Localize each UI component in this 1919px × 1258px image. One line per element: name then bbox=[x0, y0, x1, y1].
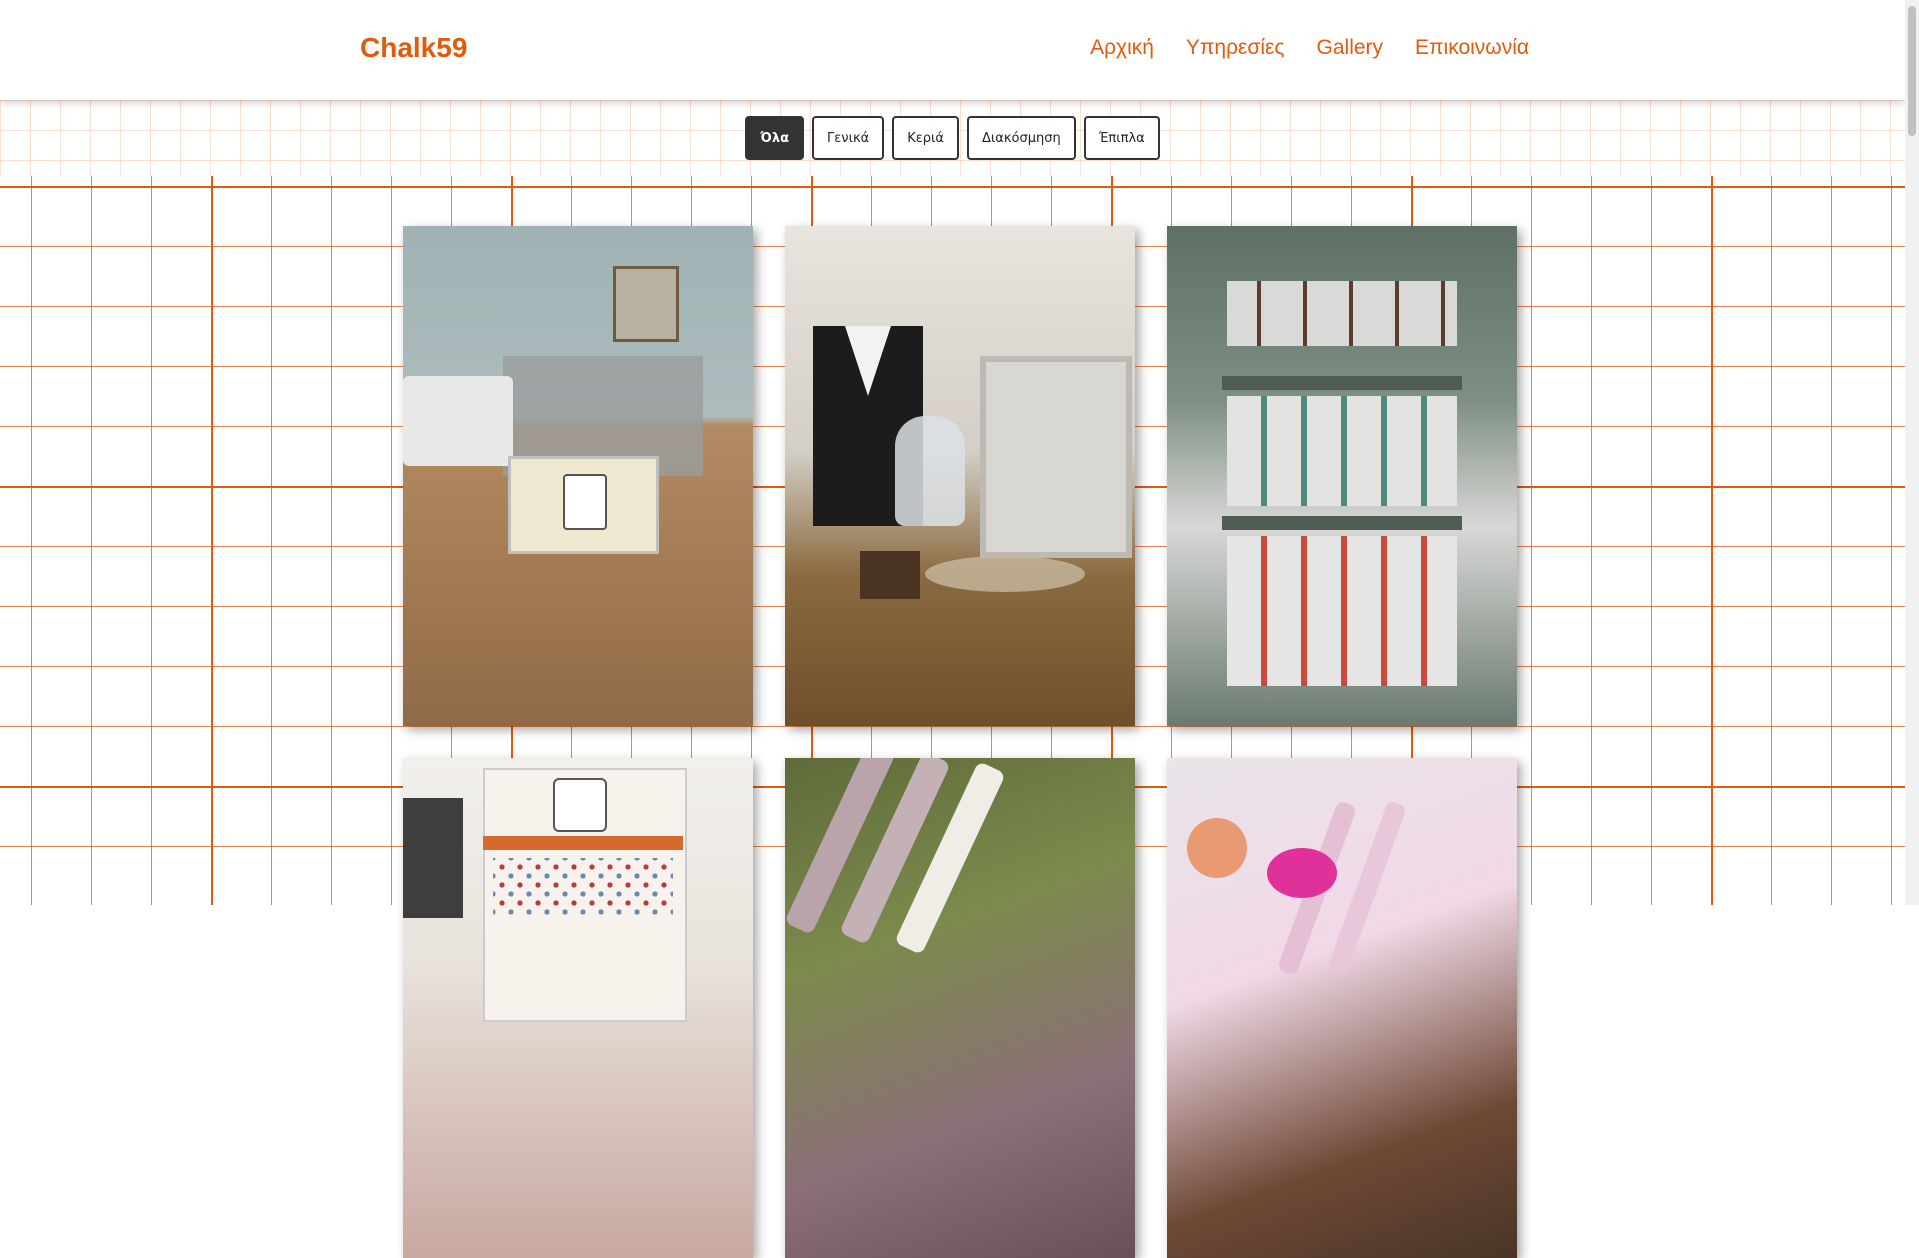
photo-gallery bbox=[403, 226, 1518, 1258]
filter-decoration-button[interactable]: Διακόσμηση bbox=[966, 116, 1076, 160]
gallery-photo[interactable] bbox=[403, 758, 753, 1258]
nav-services[interactable]: Υπηρεσίες bbox=[1186, 36, 1285, 60]
filter-all-button[interactable]: Όλα bbox=[745, 116, 805, 160]
gallery-photo[interactable] bbox=[1167, 758, 1517, 1258]
nav-gallery[interactable]: Gallery bbox=[1317, 36, 1384, 60]
site-header: Chalk59 Αρχική Υπηρεσίες Gallery Επικοιν… bbox=[0, 0, 1905, 100]
nav-home[interactable]: Αρχική bbox=[1090, 36, 1154, 60]
photo-color-chart bbox=[403, 758, 753, 1258]
gallery-photo[interactable] bbox=[785, 758, 1135, 1258]
photo-business-card-desk bbox=[403, 226, 753, 726]
main-nav: Αρχική Υπηρεσίες Gallery Επικοινωνία bbox=[1090, 36, 1529, 60]
nav-contact[interactable]: Επικοινωνία bbox=[1415, 36, 1529, 60]
filter-candles-button[interactable]: Κεριά bbox=[892, 116, 959, 160]
gallery-photo[interactable] bbox=[403, 226, 753, 726]
site-logo[interactable]: Chalk59 bbox=[360, 32, 467, 64]
gallery-filters: Όλα Γενικά Κεριά Διακόσμηση Έπιπλα bbox=[0, 116, 1905, 160]
photo-baptism-candles bbox=[1167, 758, 1517, 1258]
filter-furniture-button[interactable]: Έπιπλα bbox=[1083, 116, 1160, 160]
photo-paint-shelf bbox=[1167, 226, 1517, 726]
photo-decorated-candles bbox=[785, 758, 1135, 1258]
filter-general-button[interactable]: Γενικά bbox=[812, 116, 885, 160]
gallery-photo[interactable] bbox=[1167, 226, 1517, 726]
gallery-photo[interactable] bbox=[785, 226, 1135, 726]
page-scrollbar[interactable] bbox=[1905, 0, 1919, 905]
scrollbar-thumb[interactable] bbox=[1908, 6, 1916, 136]
photo-wedding-set bbox=[785, 226, 1135, 726]
